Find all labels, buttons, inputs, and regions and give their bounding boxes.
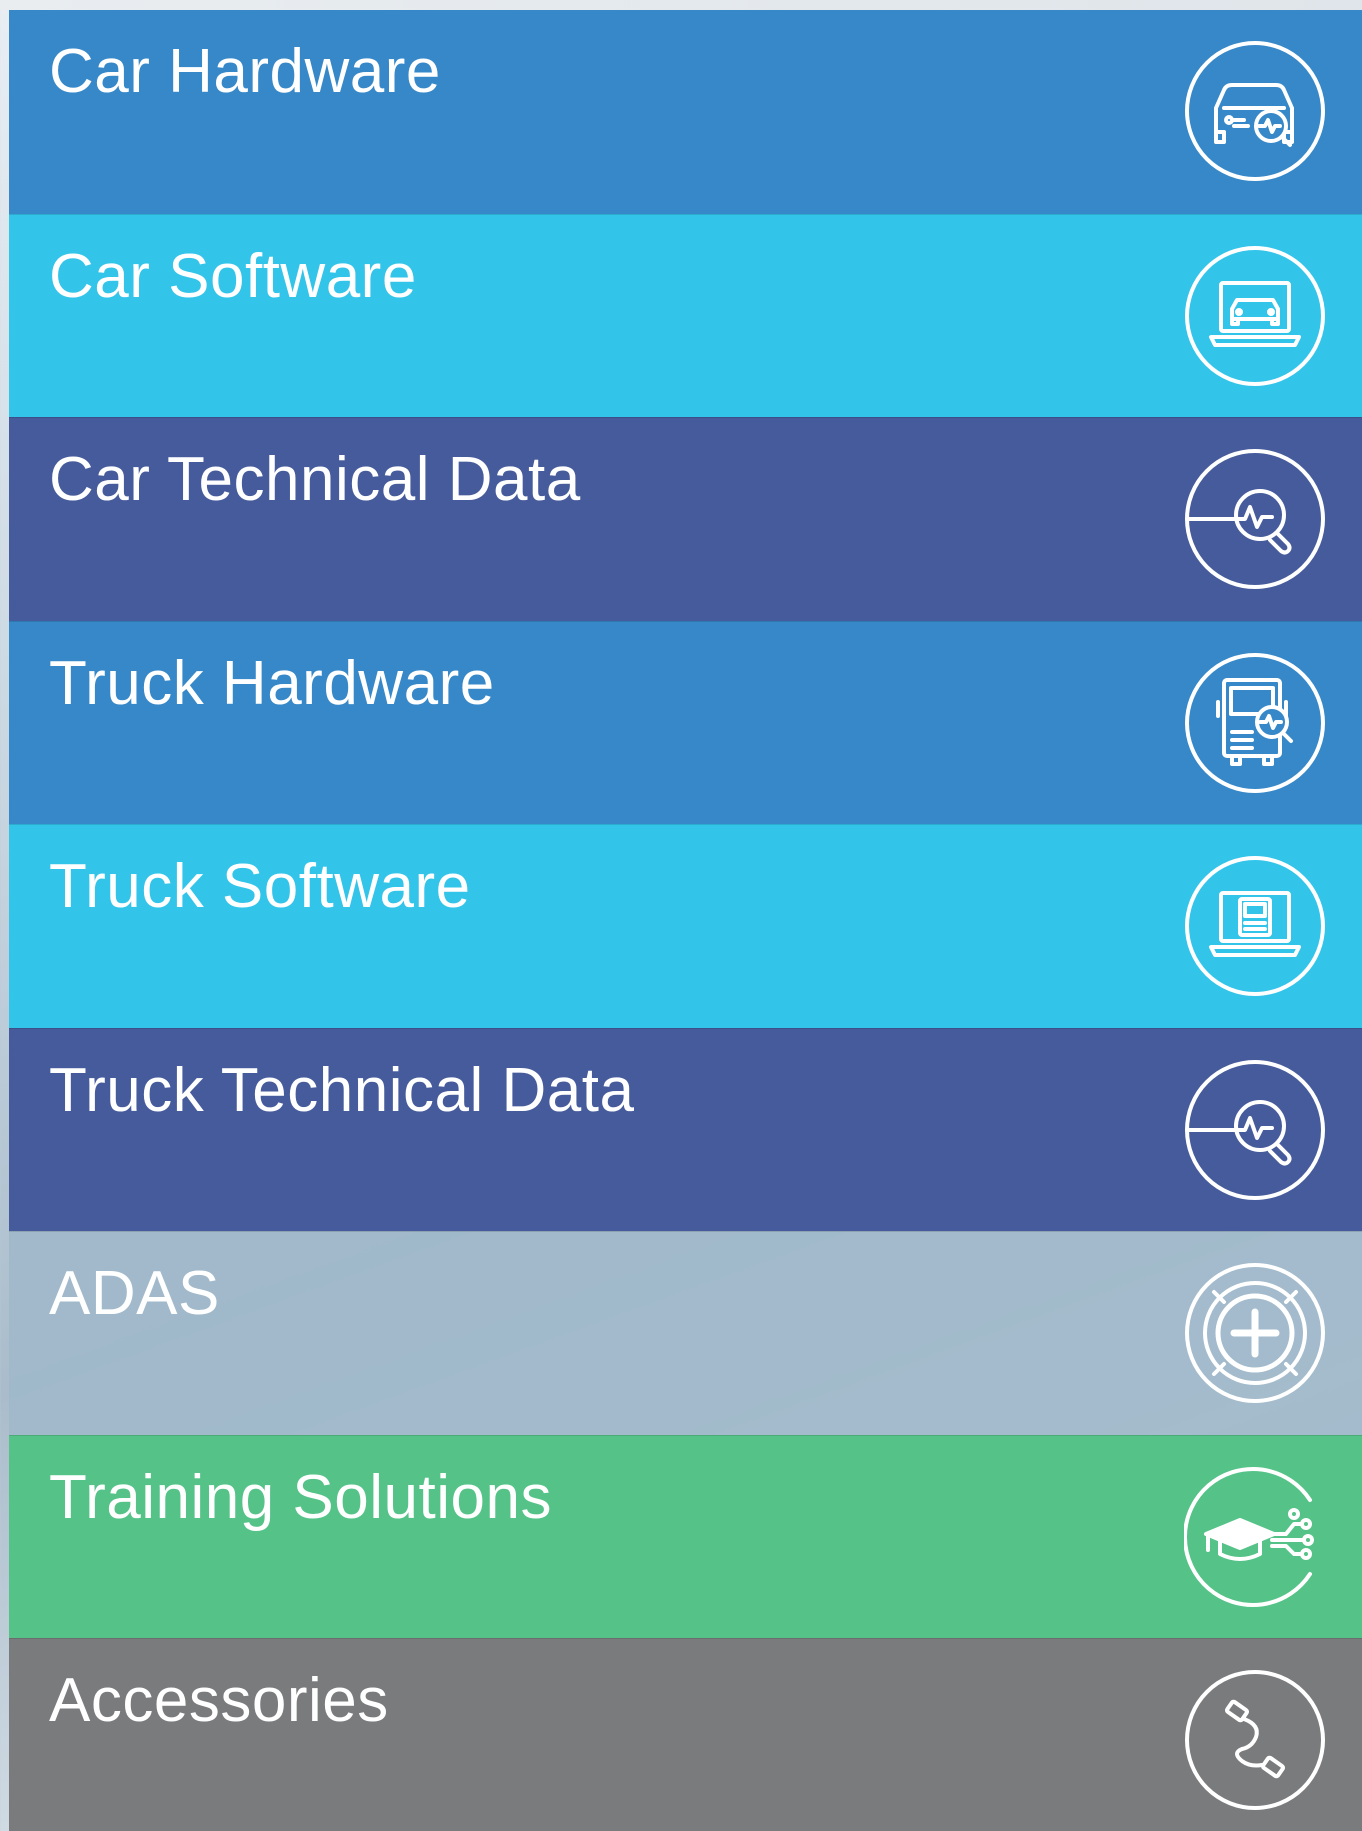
top-bar (0, 0, 1362, 10)
menu-item-label: ADAS (49, 1259, 220, 1328)
cable-icon (1184, 1669, 1326, 1811)
menu-item-label: Truck Hardware (49, 648, 495, 718)
category-menu: Car Hardware Car Software Car Technical … (9, 10, 1362, 1831)
truck-laptop-icon (1184, 855, 1326, 997)
car-laptop-icon (1184, 245, 1326, 387)
pulse-search-icon (1184, 1059, 1326, 1201)
target-icon (1184, 1262, 1326, 1404)
menu-item-truck-hardware[interactable]: Truck Hardware (9, 620, 1362, 824)
menu-item-car-technical-data[interactable]: Car Technical Data (9, 417, 1362, 621)
menu-item-label: Car Software (49, 241, 417, 311)
car-diagnostic-icon (1184, 40, 1326, 182)
menu-item-car-software[interactable]: Car Software (9, 213, 1362, 417)
menu-item-label: Truck Technical Data (49, 1055, 635, 1125)
menu-item-label: Car Technical Data (49, 445, 581, 514)
graduation-cap-icon (1184, 1466, 1326, 1608)
truck-diagnostic-icon (1184, 652, 1326, 794)
menu-item-accessories[interactable]: Accessories (9, 1638, 1362, 1831)
pulse-search-icon (1184, 448, 1326, 590)
menu-item-truck-software[interactable]: Truck Software (9, 824, 1362, 1028)
menu-item-label: Car Hardware (49, 37, 441, 106)
menu-item-truck-technical-data[interactable]: Truck Technical Data (9, 1027, 1362, 1231)
menu-item-adas[interactable]: ADAS (9, 1231, 1362, 1435)
menu-item-label: Truck Software (49, 852, 471, 921)
menu-item-label: Training Solutions (49, 1462, 552, 1532)
menu-item-training-solutions[interactable]: Training Solutions (9, 1434, 1362, 1638)
menu-item-label: Accessories (49, 1666, 389, 1735)
menu-item-car-hardware[interactable]: Car Hardware (9, 10, 1362, 214)
